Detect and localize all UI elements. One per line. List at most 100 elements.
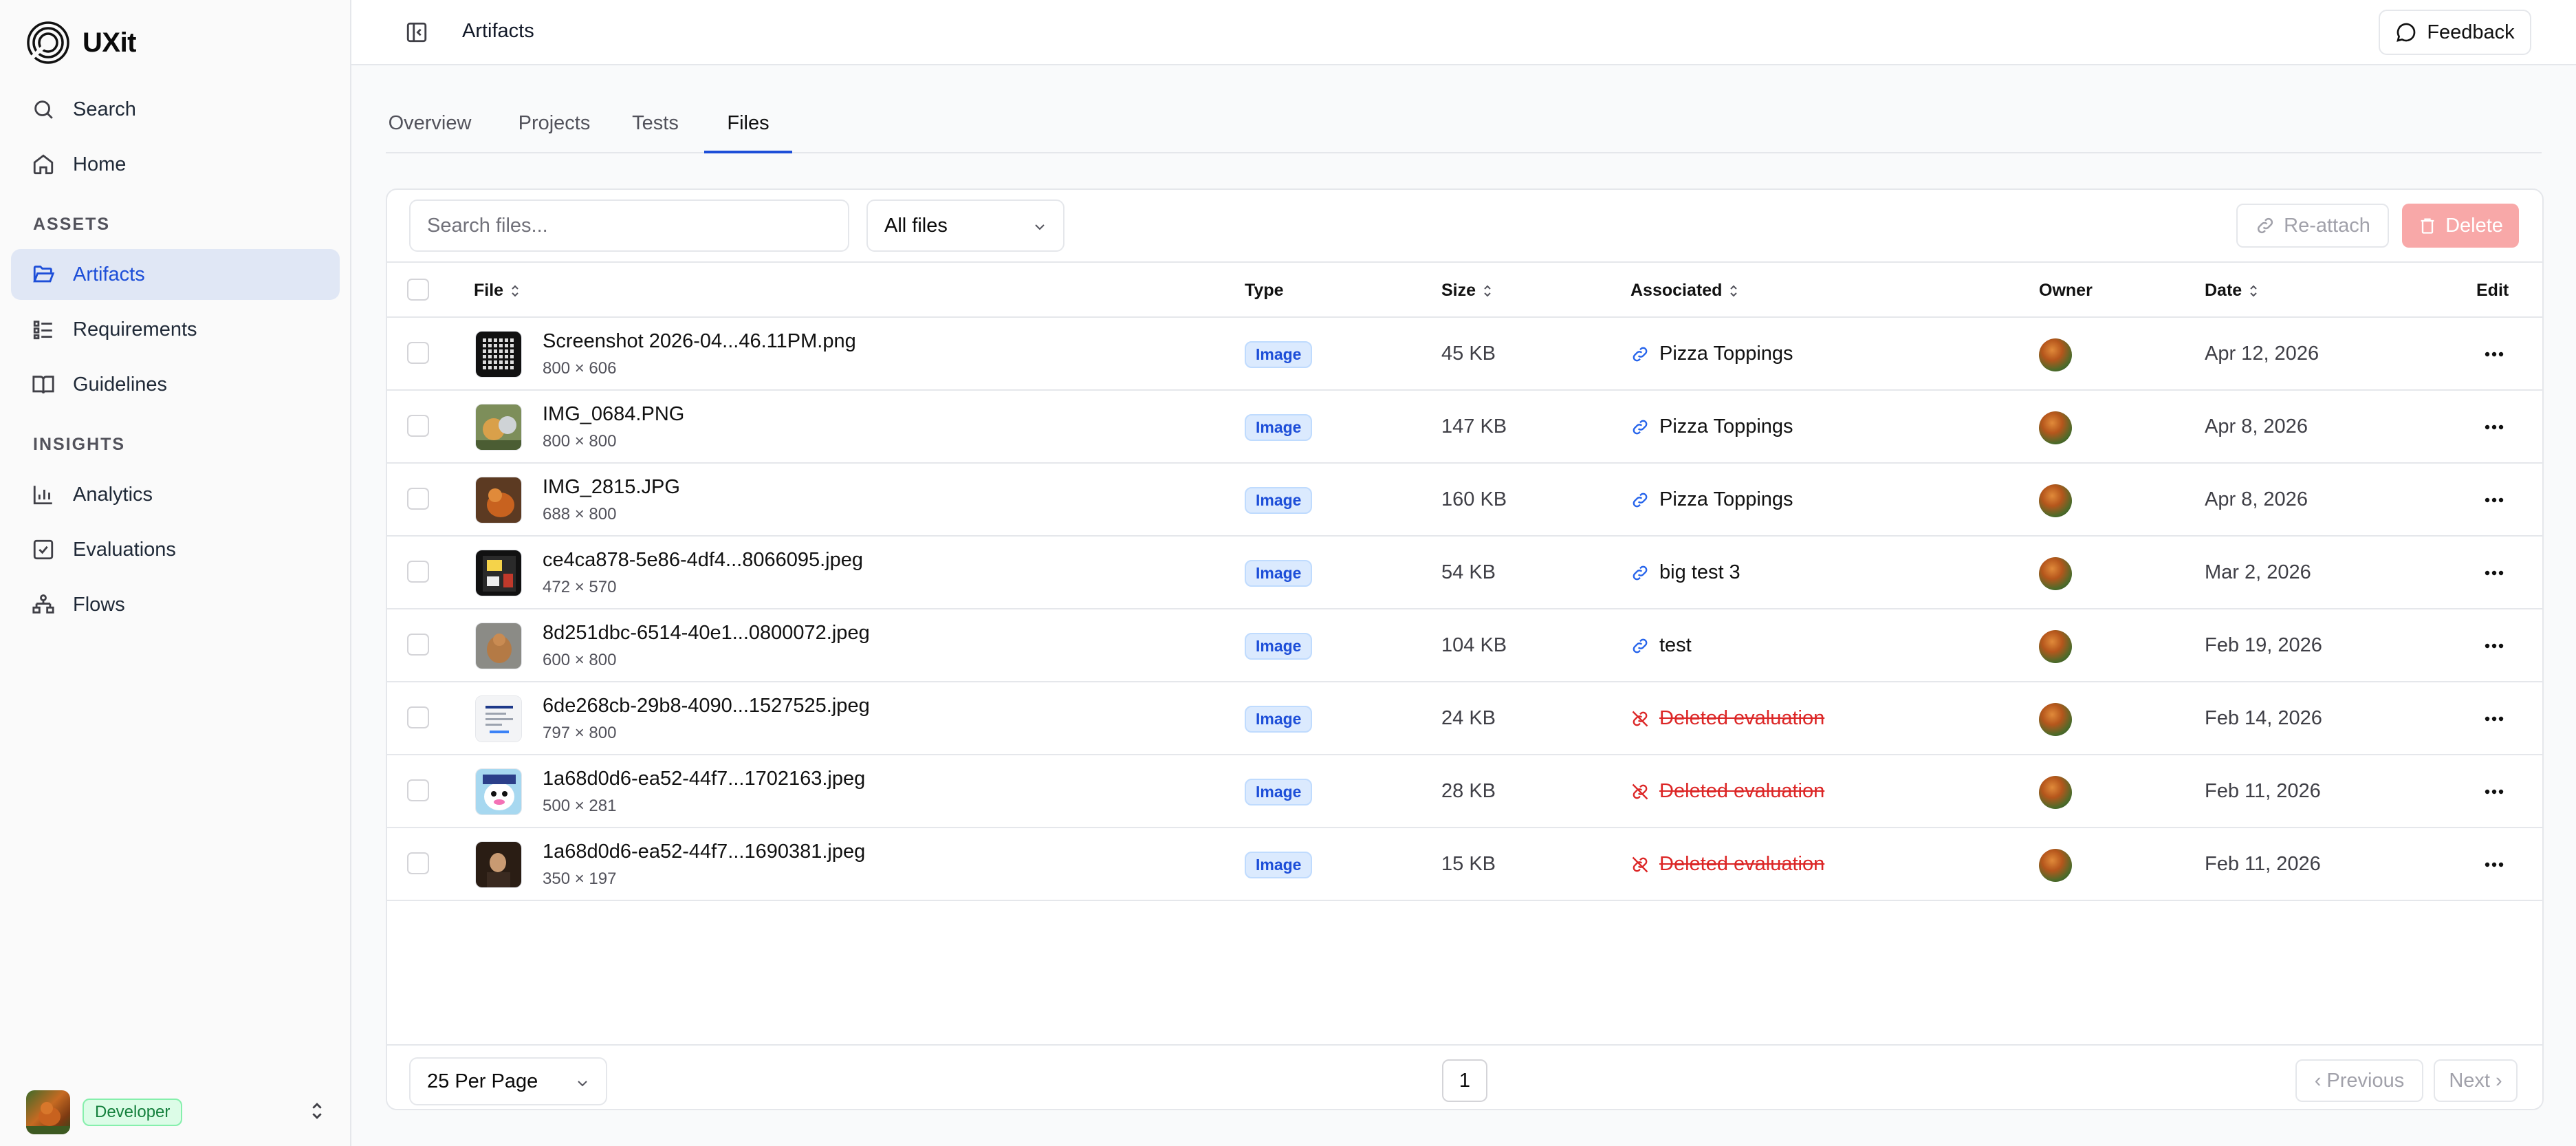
column-file[interactable]: File bbox=[474, 281, 520, 301]
trash-icon bbox=[2421, 218, 2434, 234]
row-checkbox[interactable] bbox=[407, 561, 429, 583]
table-row[interactable]: 1a68d0d6-ea52-44f7...1702163.jpeg 500 × 2… bbox=[387, 755, 2542, 828]
column-size[interactable]: Size bbox=[1441, 281, 1492, 301]
type-badge: Image bbox=[1245, 779, 1313, 806]
link-icon bbox=[1633, 420, 1648, 434]
associated-link[interactable]: Pizza Toppings bbox=[1630, 488, 1793, 511]
table-row[interactable]: IMG_2815.JPG 688 × 800 Image 160 KB Pizza To… bbox=[387, 464, 2542, 537]
feedback-button[interactable]: Feedback bbox=[2379, 10, 2531, 55]
app-name: UXit bbox=[83, 27, 137, 58]
sidebar-item-requirements[interactable]: Requirements bbox=[11, 304, 340, 355]
tab-tests[interactable]: Tests bbox=[630, 108, 681, 153]
row-checkbox[interactable] bbox=[407, 779, 429, 801]
sidebar-item-guidelines[interactable]: Guidelines bbox=[11, 359, 340, 410]
file-name[interactable]: Screenshot 2026-04...46.11PM.png bbox=[543, 330, 856, 353]
sidebar-item-search[interactable]: Search bbox=[11, 84, 340, 135]
reattach-button[interactable]: Re-attach bbox=[2236, 204, 2389, 248]
reattach-label: Re-attach bbox=[2284, 214, 2370, 237]
file-size: 28 KB bbox=[1441, 780, 1496, 802]
more-horizontal-icon[interactable] bbox=[2479, 490, 2509, 510]
column-date[interactable]: Date bbox=[2205, 281, 2258, 301]
associated-link[interactable]: test bbox=[1630, 634, 1692, 657]
associated-link[interactable]: Pizza Toppings bbox=[1630, 343, 1793, 365]
file-name[interactable]: 1a68d0d6-ea52-44f7...1702163.jpeg bbox=[543, 768, 865, 790]
file-name[interactable]: 8d251dbc-6514-40e1...0800072.jpeg bbox=[543, 622, 870, 645]
associated-label: Pizza Toppings bbox=[1659, 415, 1793, 437]
associated-label: Deleted evaluation bbox=[1659, 853, 1825, 875]
column-label: Date bbox=[2205, 281, 2242, 300]
file-name[interactable]: IMG_0684.PNG bbox=[543, 403, 684, 426]
tab-files[interactable]: Files bbox=[704, 108, 792, 153]
table-row[interactable]: 1a68d0d6-ea52-44f7...1690381.jpeg 350 × 1… bbox=[387, 828, 2542, 901]
sidebar-item-flows[interactable]: Flows bbox=[11, 579, 340, 630]
file-name[interactable]: ce4ca878-5e86-4df4...8066095.jpeg bbox=[543, 549, 863, 572]
search-input[interactable] bbox=[409, 199, 849, 252]
owner-avatar bbox=[2039, 411, 2072, 444]
more-horizontal-icon[interactable] bbox=[2479, 344, 2509, 365]
brand[interactable]: UXit bbox=[26, 21, 137, 65]
sidebar-item-artifacts[interactable]: Artifacts bbox=[11, 249, 340, 300]
sidebar-item-home[interactable]: Home bbox=[11, 139, 340, 190]
associated-link[interactable]: Pizza Toppings bbox=[1630, 415, 1793, 438]
role-badge: Developer bbox=[83, 1099, 183, 1126]
select-all-checkbox[interactable] bbox=[407, 279, 429, 301]
row-checkbox[interactable] bbox=[407, 342, 429, 364]
more-horizontal-icon[interactable] bbox=[2479, 781, 2509, 802]
more-horizontal-icon[interactable] bbox=[2479, 709, 2509, 729]
file-thumbnail bbox=[475, 404, 522, 451]
associated-link[interactable]: big test 3 bbox=[1630, 561, 1740, 584]
tab-bar: Overview Projects Tests Files bbox=[386, 108, 2542, 153]
page-number-button[interactable]: 1 bbox=[1442, 1059, 1487, 1102]
file-filter-select[interactable]: All files bbox=[866, 199, 1065, 252]
chevrons-up-down-icon bbox=[312, 1103, 322, 1119]
sidebar-item-label: Search bbox=[73, 98, 136, 120]
row-checkbox[interactable] bbox=[407, 852, 429, 874]
associated-label: Pizza Toppings bbox=[1659, 488, 1793, 510]
sidebar-item-label: Home bbox=[73, 153, 127, 175]
row-checkbox[interactable] bbox=[407, 488, 429, 510]
table-row[interactable]: 8d251dbc-6514-40e1...0800072.jpeg 600 × 8… bbox=[387, 609, 2542, 682]
file-name[interactable]: 1a68d0d6-ea52-44f7...1690381.jpeg bbox=[543, 841, 865, 863]
table-row[interactable]: IMG_0684.PNG 800 × 800 Image 147 KB Pizza To… bbox=[387, 391, 2542, 464]
list-icon bbox=[33, 321, 52, 340]
file-thumbnail bbox=[475, 695, 522, 742]
type-badge: Image bbox=[1245, 487, 1313, 514]
section-label-assets: ASSETS bbox=[33, 215, 111, 234]
type-badge: Image bbox=[1245, 341, 1313, 368]
per-page-select[interactable]: 25 Per Page bbox=[409, 1057, 607, 1105]
delete-button[interactable]: Delete bbox=[2402, 204, 2519, 248]
table-row[interactable]: 6de268cb-29b8-4090...1527525.jpeg 797 × 8… bbox=[387, 682, 2542, 755]
sidebar-item-evaluations[interactable]: Evaluations bbox=[11, 524, 340, 575]
bar-chart-icon bbox=[33, 486, 52, 505]
table-row[interactable]: ce4ca878-5e86-4df4...8066095.jpeg 472 × 5… bbox=[387, 537, 2542, 609]
unlink-icon bbox=[1632, 711, 1648, 726]
associated-label: big test 3 bbox=[1659, 561, 1740, 583]
row-checkbox[interactable] bbox=[407, 706, 429, 728]
row-checkbox[interactable] bbox=[407, 634, 429, 656]
next-page-button[interactable]: Next › bbox=[2434, 1059, 2518, 1102]
more-horizontal-icon[interactable] bbox=[2479, 563, 2509, 583]
previous-page-button[interactable]: ‹ Previous bbox=[2295, 1059, 2423, 1102]
file-name[interactable]: 6de268cb-29b8-4090...1527525.jpeg bbox=[543, 695, 870, 717]
sidebar-item-analytics[interactable]: Analytics bbox=[11, 469, 340, 520]
column-owner: Owner bbox=[2039, 281, 2093, 301]
column-associated[interactable]: Associated bbox=[1630, 281, 1738, 301]
file-name[interactable]: IMG_2815.JPG bbox=[543, 476, 680, 499]
sidebar-toggle-icon[interactable] bbox=[405, 21, 428, 44]
column-label: Size bbox=[1441, 281, 1476, 300]
link-icon bbox=[1633, 638, 1648, 653]
file-dimensions: 800 × 606 bbox=[543, 359, 617, 378]
user-menu[interactable]: Developer bbox=[26, 1088, 329, 1136]
row-checkbox[interactable] bbox=[407, 415, 429, 437]
table-row[interactable]: Screenshot 2026-04...46.11PM.png 800 × 60… bbox=[387, 318, 2542, 391]
sidebar: UXit Search Home ASSETS Artifacts Requir… bbox=[0, 0, 351, 1146]
more-horizontal-icon[interactable] bbox=[2479, 417, 2509, 437]
file-size: 45 KB bbox=[1441, 343, 1496, 365]
tab-overview[interactable]: Overview bbox=[386, 108, 474, 153]
filter-value: All files bbox=[884, 214, 948, 237]
more-horizontal-icon[interactable] bbox=[2479, 854, 2509, 875]
tab-projects[interactable]: Projects bbox=[516, 108, 592, 153]
more-horizontal-icon[interactable] bbox=[2479, 636, 2509, 656]
file-date: Apr 8, 2026 bbox=[2205, 415, 2308, 437]
owner-avatar bbox=[2039, 703, 2072, 736]
